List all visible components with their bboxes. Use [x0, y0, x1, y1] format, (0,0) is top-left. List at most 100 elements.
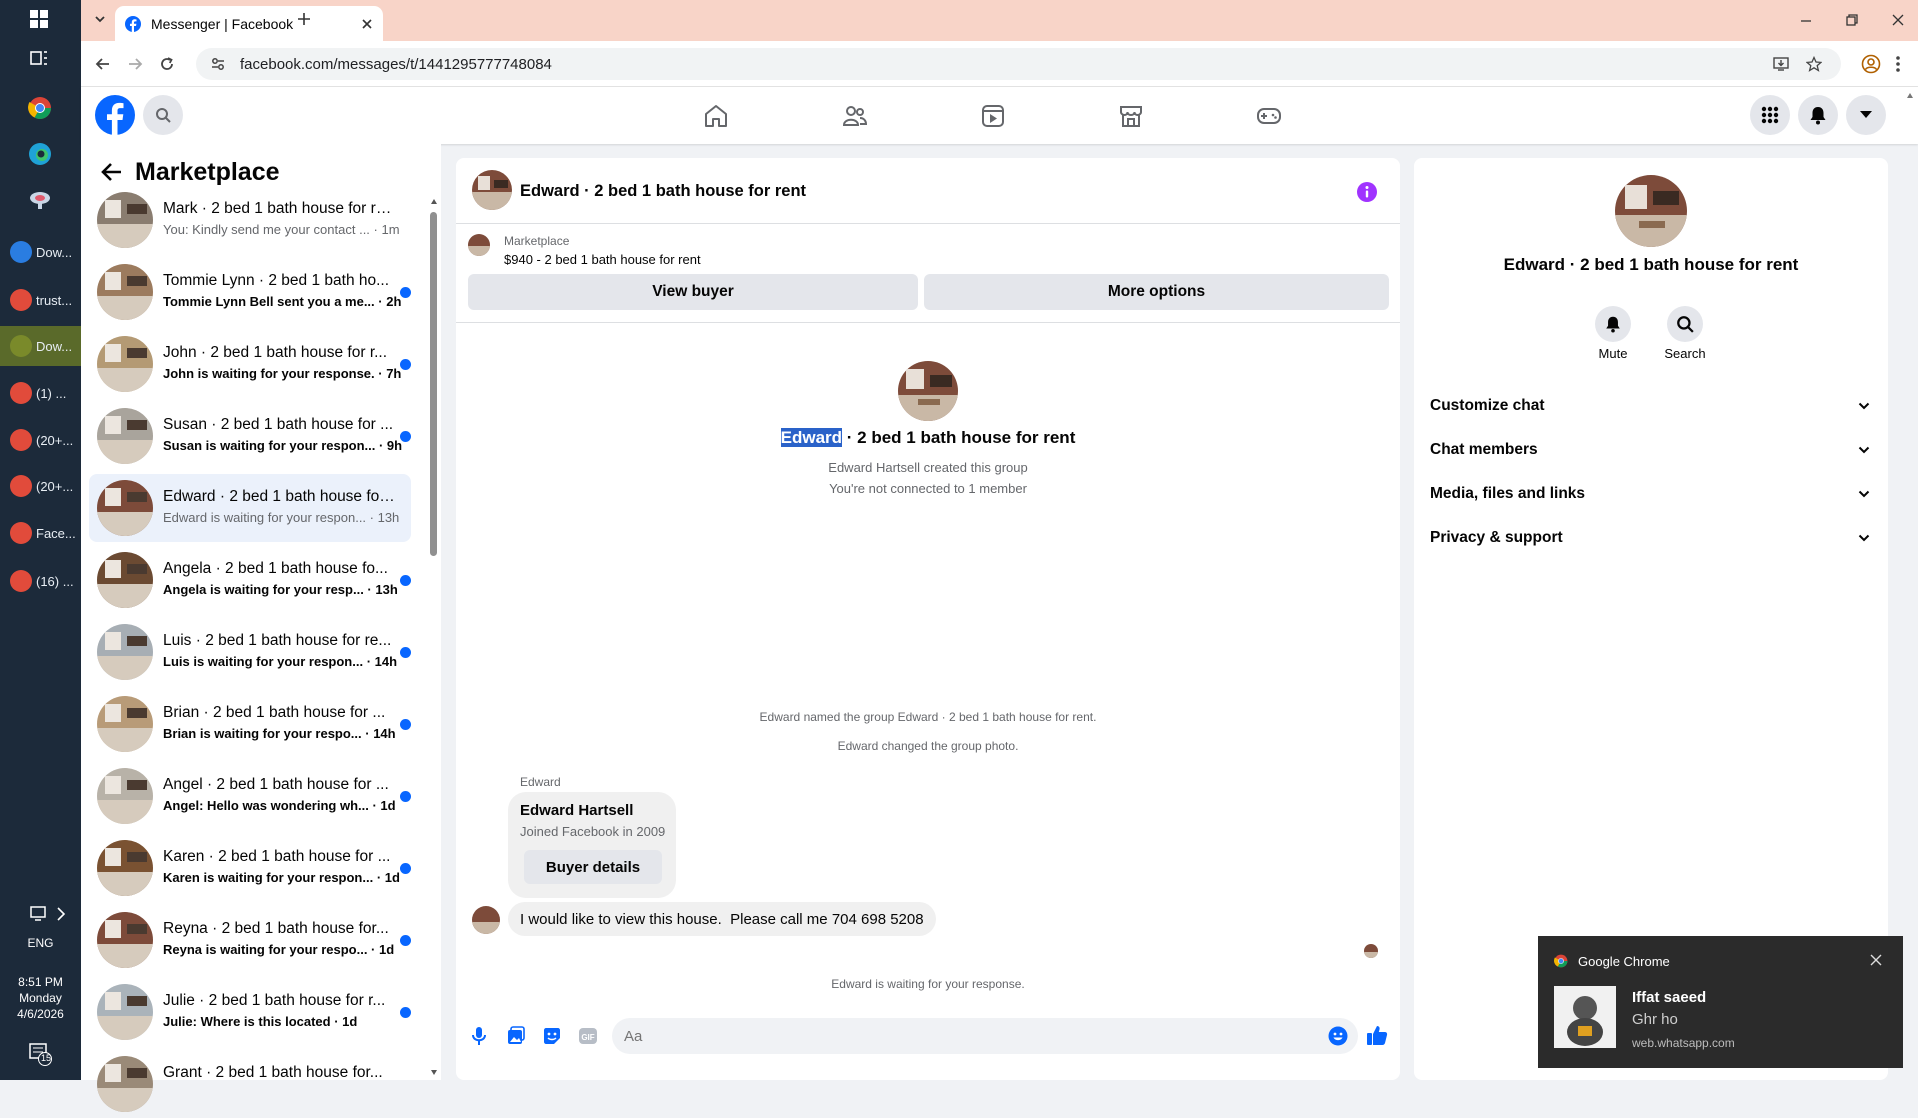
- conversation-item[interactable]: Reyna · 2 bed 1 bath house for... Reyna i…: [89, 906, 411, 974]
- message-input[interactable]: [624, 1018, 1304, 1054]
- thumbs-up-icon[interactable]: [1366, 1024, 1388, 1046]
- app-icon[interactable]: [28, 188, 52, 212]
- conversation-item[interactable]: Mark · 2 bed 1 bath house for rent You: K…: [89, 186, 411, 254]
- conversation-title: Tommie Lynn · 2 bed 1 bath ho...: [163, 272, 390, 289]
- chrome-icon[interactable]: [28, 96, 52, 120]
- notification-count: 15: [40, 1053, 51, 1063]
- taskbar-item[interactable]: Dow...: [0, 232, 81, 272]
- chat-header-title[interactable]: Edward · 2 bed 1 bath house for rent: [520, 182, 806, 201]
- photo-attach-icon[interactable]: [506, 1026, 526, 1046]
- group-avatar[interactable]: [898, 361, 958, 421]
- grid-menu-icon: [1761, 106, 1779, 124]
- address-bar[interactable]: facebook.com/messages/t/1441295777748084: [196, 48, 1841, 80]
- details-section-row[interactable]: Media, files and links: [1430, 474, 1870, 514]
- microphone-icon[interactable]: [470, 1026, 488, 1046]
- conversation-item[interactable]: Julie · 2 bed 1 bath house for r... Julie…: [89, 978, 411, 1046]
- notifications-button[interactable]: [1798, 95, 1838, 135]
- edge-icon[interactable]: [28, 142, 52, 166]
- forward-icon[interactable]: [127, 56, 143, 72]
- restore-icon[interactable]: [1845, 13, 1859, 27]
- taskbar-item[interactable]: trust...: [0, 280, 81, 320]
- minimize-icon[interactable]: [1799, 14, 1813, 28]
- gif-icon[interactable]: GIF: [578, 1026, 598, 1046]
- notification-center-icon[interactable]: 15: [28, 1042, 52, 1066]
- more-options-button[interactable]: More options: [924, 274, 1389, 310]
- conversation-item[interactable]: Angela · 2 bed 1 bath house fo... Angela …: [89, 546, 411, 614]
- details-section-row[interactable]: Customize chat: [1430, 386, 1870, 426]
- chevron-right-icon[interactable]: [56, 906, 66, 922]
- browser-menu-icon[interactable]: [1895, 54, 1901, 74]
- taskbar-item[interactable]: (20+...: [0, 466, 81, 506]
- conversation-item[interactable]: John · 2 bed 1 bath house for r... John i…: [89, 330, 411, 398]
- group-name: Edward · 2 bed 1 bath house for rent: [456, 428, 1400, 448]
- nav-home-icon[interactable]: [703, 103, 729, 129]
- conversation-item[interactable]: Angel · 2 bed 1 bath house for ... Angel:…: [89, 762, 411, 830]
- taskbar-item-label: trust...: [36, 292, 73, 308]
- fb-search-button[interactable]: [143, 95, 183, 135]
- tab-search-icon[interactable]: [93, 12, 107, 26]
- sticker-icon[interactable]: [542, 1026, 562, 1046]
- conversation-title: Julie · 2 bed 1 bath house for r...: [163, 992, 386, 1009]
- chrome-profile-icon: [10, 429, 32, 451]
- reload-icon[interactable]: [159, 56, 175, 72]
- windows-start-icon[interactable]: [30, 10, 48, 28]
- conversation-title: Angela · 2 bed 1 bath house fo...: [163, 560, 388, 577]
- taskbar-item[interactable]: (16) ...: [0, 561, 81, 601]
- nav-gaming-icon[interactable]: [1256, 103, 1282, 129]
- conversation-item[interactable]: Brian · 2 bed 1 bath house for ... Brian …: [89, 690, 411, 758]
- message-composer[interactable]: [612, 1018, 1358, 1054]
- conversation-item[interactable]: Tommie Lynn · 2 bed 1 bath ho... Tommie L…: [89, 258, 411, 326]
- details-section-row[interactable]: Chat members: [1430, 430, 1870, 470]
- chat-header-avatar[interactable]: [472, 170, 512, 210]
- message-bubble[interactable]: I would like to view this house. Please …: [508, 902, 936, 936]
- emoji-icon[interactable]: [1328, 1026, 1348, 1046]
- site-info-icon[interactable]: [210, 56, 226, 72]
- conversation-preview: Angela is waiting for your resp... · 13h: [163, 582, 398, 597]
- mute-label: Mute: [1598, 346, 1628, 361]
- taskbar-item[interactable]: (20+...: [0, 420, 81, 460]
- profile-icon[interactable]: [1861, 54, 1881, 74]
- back-arrow-icon[interactable]: [101, 162, 123, 182]
- account-button[interactable]: [1846, 95, 1886, 135]
- details-section-row[interactable]: Privacy & support: [1430, 518, 1870, 558]
- nav-video-icon[interactable]: [980, 103, 1006, 129]
- sidebar-scrollbar[interactable]: [429, 196, 439, 1080]
- bookmark-star-icon[interactable]: [1806, 56, 1822, 72]
- toast-close-icon[interactable]: [1870, 954, 1882, 966]
- browser-tab[interactable]: Messenger | Facebook: [115, 6, 383, 41]
- language-indicator[interactable]: ENG: [0, 936, 81, 950]
- display-icon[interactable]: [30, 906, 48, 922]
- taskbar-item[interactable]: (1) ...: [0, 373, 81, 413]
- clock[interactable]: 8:51 PM Monday 4/6/2026: [0, 974, 81, 1022]
- conversation-item[interactable]: Luis · 2 bed 1 bath house for re... Luis …: [89, 618, 411, 686]
- task-view-icon[interactable]: [30, 50, 48, 66]
- back-icon[interactable]: [95, 56, 111, 72]
- close-window-icon[interactable]: [1891, 13, 1905, 27]
- taskbar-item[interactable]: Dow...: [0, 326, 81, 366]
- page-scrollbar[interactable]: [1905, 90, 1915, 1050]
- view-buyer-button[interactable]: View buyer: [468, 274, 918, 310]
- taskbar-item[interactable]: Face...: [0, 513, 81, 553]
- facebook-logo-icon[interactable]: [95, 95, 135, 135]
- sender-avatar[interactable]: [472, 906, 500, 934]
- conversation-item[interactable]: Edward · 2 bed 1 bath house for ... Edwar…: [89, 474, 411, 542]
- mute-button[interactable]: [1595, 306, 1631, 342]
- listing-thumbnail[interactable]: [468, 234, 490, 256]
- conversation-item[interactable]: Karen · 2 bed 1 bath house for ... Karen …: [89, 834, 411, 902]
- search-in-conversation-button[interactable]: [1667, 306, 1703, 342]
- nav-marketplace-icon[interactable]: [1118, 103, 1144, 129]
- tab-close-icon[interactable]: [361, 18, 373, 30]
- nav-friends-icon[interactable]: [842, 103, 868, 129]
- new-tab-icon[interactable]: [297, 12, 311, 26]
- listing-detail[interactable]: $940 - 2 bed 1 bath house for rent: [504, 252, 701, 267]
- details-avatar[interactable]: [1615, 175, 1687, 247]
- install-app-icon[interactable]: [1773, 56, 1789, 72]
- conversation-item[interactable]: Susan · 2 bed 1 bath house for ... Susan …: [89, 402, 411, 470]
- conversation-title: Luis · 2 bed 1 bath house for re...: [163, 632, 392, 649]
- chrome-notification-toast[interactable]: Google Chrome Iffat saeed Ghr ho web.wha…: [1538, 936, 1903, 1068]
- conversation-info-icon[interactable]: [1356, 181, 1378, 203]
- menu-button[interactable]: [1750, 95, 1790, 135]
- buyer-details-button[interactable]: Buyer details: [524, 850, 662, 884]
- toast-sender: Iffat saeed: [1632, 989, 1707, 1006]
- conversation-item[interactable]: Grant · 2 bed 1 bath house for...: [89, 1050, 411, 1118]
